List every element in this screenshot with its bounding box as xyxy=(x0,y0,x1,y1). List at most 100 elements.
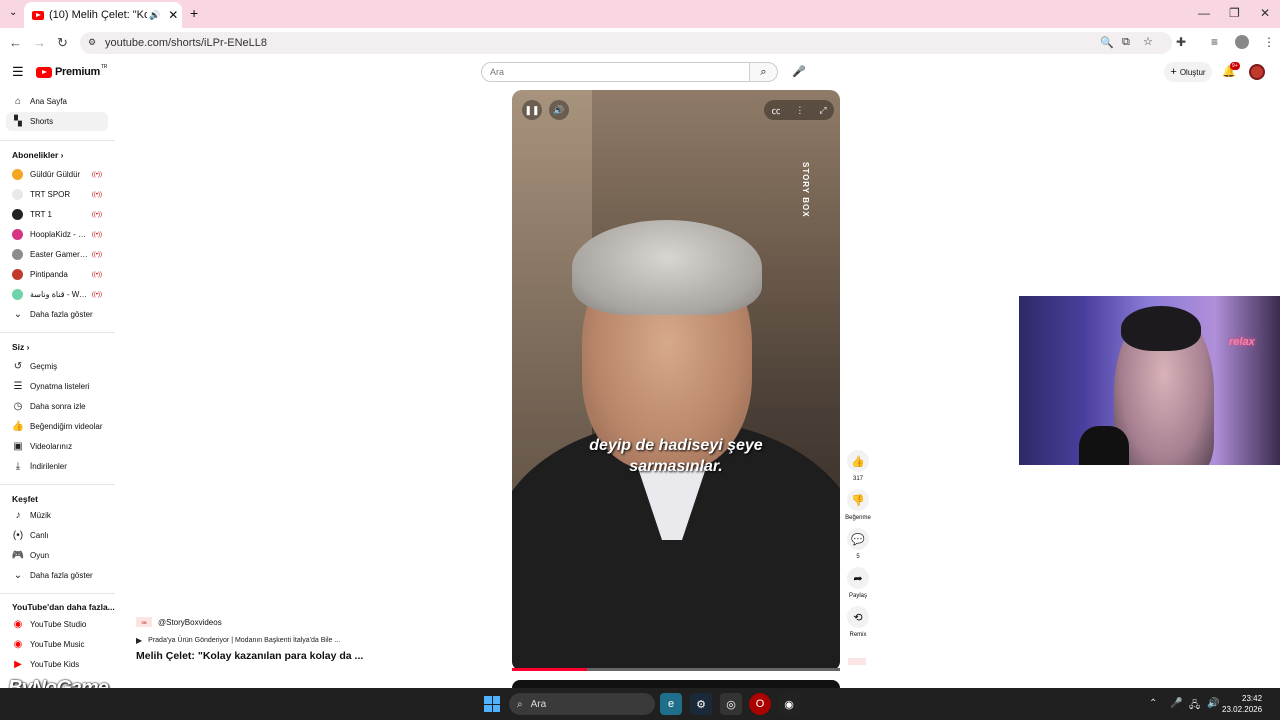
opera-icon[interactable]: O xyxy=(749,693,771,715)
related-video-link[interactable]: ▶ Prada'ya Ürün Gönderiyor | Modanın Baş… xyxy=(136,636,340,645)
thumbs-up-icon: 👍 xyxy=(847,450,869,472)
zoom-icon[interactable]: 🔍 xyxy=(1100,36,1114,49)
like-button[interactable]: 👍 317 xyxy=(845,450,871,482)
channel-thumbnail[interactable] xyxy=(848,658,866,665)
channel-info[interactable]: SB @StoryBoxvideos xyxy=(136,617,222,627)
install-icon[interactable]: ⧉ xyxy=(1122,36,1130,49)
comments-button[interactable]: 💬 5 xyxy=(845,528,871,560)
close-window-button[interactable]: ✕ xyxy=(1260,6,1270,20)
youtube-logo[interactable]: Premium TR xyxy=(36,64,107,78)
sidebar-show-more-subs[interactable]: ⌄ Daha fazla göster xyxy=(6,305,108,324)
address-bar[interactable]: ⚙ youtube.com/shorts/iLPr-ENeLL8 🔍 ⧉ ☆ xyxy=(80,32,1172,54)
you-header[interactable]: Siz › xyxy=(12,342,30,352)
mic-tray-icon[interactable]: 🎤 xyxy=(1170,698,1182,709)
live-icon: ((•)) xyxy=(91,251,102,258)
sidebar-item-yt-studio[interactable]: ◉ YouTube Studio xyxy=(6,615,108,634)
tab-close-icon[interactable]: ✕ xyxy=(168,8,178,22)
captions-icon[interactable]: ㏄ xyxy=(771,104,780,117)
volume-icon[interactable]: 🔊 xyxy=(549,100,569,120)
site-info-icon[interactable]: ⚙ xyxy=(88,37,96,48)
sidebar-sub-guldur[interactable]: Güldür Güldür ((•)) xyxy=(6,165,108,184)
search-placeholder: Ara xyxy=(490,67,505,77)
browser-tab[interactable]: (10) Melih Çelet: "Kolay kaz 🔊 ✕ xyxy=(24,2,182,28)
live-icon: ((•)) xyxy=(91,231,102,238)
edge-icon[interactable]: e xyxy=(660,693,682,715)
voice-search-icon[interactable]: 🎤 xyxy=(792,65,806,78)
taskbar-search[interactable]: ⌕ Ara xyxy=(509,693,655,715)
channel-avatar xyxy=(12,169,23,180)
volume-tray-icon[interactable]: 🔊 xyxy=(1207,698,1219,709)
channel-avatar xyxy=(12,209,23,220)
gamepad-icon: 🎮 xyxy=(11,550,25,561)
sidebar-explore-more[interactable]: ⌄ Daha fazla göster xyxy=(6,566,108,585)
forward-icon[interactable]: → xyxy=(33,35,46,50)
sidebar-item-live[interactable]: (•) Canlı xyxy=(6,526,108,545)
account-avatar[interactable] xyxy=(1249,64,1265,80)
speaker-icon[interactable]: 🔊 xyxy=(149,10,160,21)
sidebar-sub-trt-spor[interactable]: TRT SPOR ((•)) xyxy=(6,185,108,204)
playlists-icon: ☰ xyxy=(13,381,23,392)
sidebar-sub-trt1[interactable]: TRT 1 ((•)) xyxy=(6,205,108,224)
clock-icon: ◷ xyxy=(13,401,23,412)
extensions-icon[interactable]: ✚ xyxy=(1176,35,1186,49)
like-count: 317 xyxy=(852,476,863,482)
chrome-menu-icon[interactable]: ⋮ xyxy=(1263,35,1275,49)
video-caption: deyip de hadiseyi şeye sarmasınlar. xyxy=(589,437,763,475)
subscriptions-header[interactable]: Abonelikler › xyxy=(12,150,64,160)
restore-button[interactable]: ❐ xyxy=(1229,6,1240,20)
network-icon[interactable]: 🖧 xyxy=(1189,698,1200,715)
chrome-icon[interactable]: ◎ xyxy=(720,693,742,715)
dislike-button[interactable]: 👎 Beğenme xyxy=(845,489,871,521)
sidebar-item-history[interactable]: ↺ Geçmiş xyxy=(6,357,108,376)
pause-icon[interactable]: ❚❚ xyxy=(522,100,542,120)
sidebar-item-shorts[interactable]: ▚ Shorts xyxy=(6,112,108,131)
sidebar-sub-pintipanda[interactable]: Pintipanda ((•)) xyxy=(6,265,108,284)
search-button[interactable]: ⌕ xyxy=(750,62,778,82)
tab-search-icon[interactable]: ⌄ xyxy=(9,7,17,18)
sidebar-sub-easter-gamers[interactable]: Easter GamersTv ((•)) xyxy=(6,245,108,264)
video-title[interactable]: Melih Çelet: "Kolay kazanılan para kolay… xyxy=(136,650,363,662)
sidebar-item-watch-later[interactable]: ◷ Daha sonra izle xyxy=(6,397,108,416)
sidebar-item-yt-music[interactable]: ◉ YouTube Music xyxy=(6,635,108,654)
shorts-video-player[interactable]: STORY BOX deyip de hadiseyi şeye sarması… xyxy=(512,90,840,671)
sidebar-item-yt-kids[interactable]: ▶ YouTube Kids xyxy=(6,655,108,674)
sidebar-item-music[interactable]: ♪ Müzik xyxy=(6,506,108,525)
more-from-youtube-header: YouTube'dan daha fazla... xyxy=(12,602,115,612)
system-clock[interactable]: 23:42 23.02.2026 xyxy=(1222,693,1262,715)
sidebar-item-gaming[interactable]: 🎮 Oyun xyxy=(6,546,108,565)
windows-start-icon[interactable] xyxy=(484,696,500,712)
create-button[interactable]: + Oluştur xyxy=(1164,62,1212,82)
guide-menu-icon[interactable]: ☰ xyxy=(12,64,24,80)
sidebar-sub-hooplakidz[interactable]: HooplaKidz - Offi... ((•)) xyxy=(6,225,108,244)
sidebar-divider xyxy=(0,140,115,141)
tab-strip: ⌄ (10) Melih Çelet: "Kolay kaz 🔊 ✕ + — ❐… xyxy=(0,0,1280,28)
remix-button[interactable]: ⟲ Remix xyxy=(845,606,871,638)
bookmark-star-icon[interactable]: ☆ xyxy=(1143,35,1153,48)
next-short-preview[interactable] xyxy=(512,680,840,688)
comment-count: 5 xyxy=(856,554,860,560)
microphone xyxy=(1079,426,1129,465)
obs-icon[interactable]: ◉ xyxy=(778,693,800,715)
profile-avatar-icon[interactable] xyxy=(1235,35,1249,49)
sidebar-item-downloads[interactable]: ⤓ İndirilenler xyxy=(6,457,108,476)
back-icon[interactable]: ← xyxy=(9,35,22,50)
fullscreen-icon[interactable]: ⤢ xyxy=(819,105,826,116)
webcam-overlay: relax xyxy=(1019,296,1280,465)
sidebar-item-home[interactable]: ⌂ Ana Sayfa xyxy=(6,92,108,111)
chevron-right-icon: › xyxy=(60,150,64,160)
sidebar-sub-wanasa[interactable]: قناة وناسة - Wanasa... ((•)) xyxy=(6,285,108,304)
search-input[interactable]: Ara xyxy=(481,62,750,82)
share-button[interactable]: ➦ Paylaş xyxy=(845,567,871,599)
sidebar-item-your-videos[interactable]: ▣ Videolarınız xyxy=(6,437,108,456)
sidebar-item-playlists[interactable]: ☰ Oynatma listeleri xyxy=(6,377,108,396)
minimize-button[interactable]: — xyxy=(1198,6,1210,20)
channel-avatar xyxy=(12,269,23,280)
video-progress-bar[interactable] xyxy=(512,668,840,671)
steam-icon[interactable]: ⚙ xyxy=(690,693,712,715)
more-options-icon[interactable]: ⋮ xyxy=(795,105,804,116)
media-control-icon[interactable]: ≡ xyxy=(1211,35,1218,49)
tray-overflow-icon[interactable]: ⌃ xyxy=(1149,698,1157,709)
sidebar-item-liked[interactable]: 👍 Beğendiğim videolar xyxy=(6,417,108,436)
reload-icon[interactable]: ↻ xyxy=(57,35,68,51)
new-tab-button[interactable]: + xyxy=(190,5,198,21)
